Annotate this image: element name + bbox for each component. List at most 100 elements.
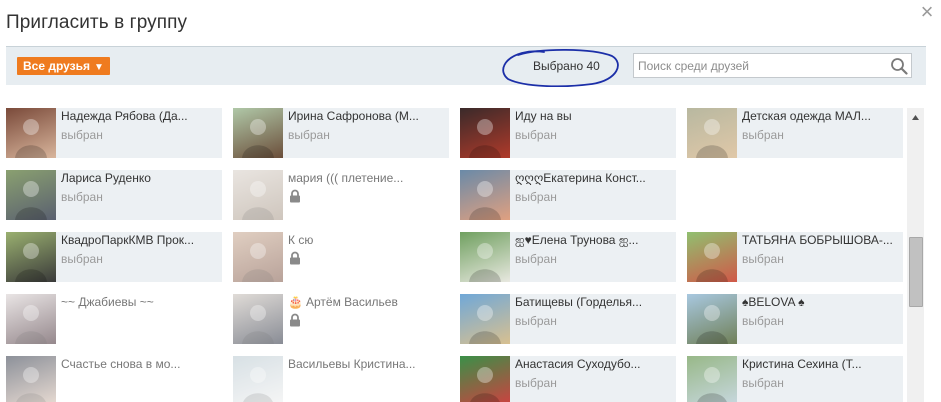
- friend-name: ஐ♥Елена Трунова ஐ...: [515, 233, 639, 247]
- friend-avatar: [460, 108, 510, 158]
- friend-avatar: [233, 232, 283, 282]
- birthday-cake-icon: 🎂: [288, 295, 303, 309]
- person-silhouette-icon: [469, 181, 501, 220]
- friend-status: выбран: [742, 314, 784, 328]
- person-silhouette-icon: [696, 243, 728, 282]
- friend-name: Ирина Сафронова (М...: [288, 109, 419, 123]
- friend-name: Детская одежда МАЛ...: [742, 109, 871, 123]
- friend-tile[interactable]: Счастье снова в мо...: [6, 356, 222, 402]
- person-silhouette-icon: [697, 367, 727, 402]
- person-silhouette-icon: [469, 243, 501, 282]
- friend-tile[interactable]: ღღღЕкатерина Конст... выбран: [460, 170, 676, 220]
- person-silhouette-icon: [469, 305, 501, 344]
- friend-name: К сю: [288, 233, 314, 247]
- friend-avatar: [460, 170, 510, 220]
- friend-status: выбран: [515, 190, 557, 204]
- selected-count: Выбрано 40: [533, 59, 600, 73]
- person-silhouette-icon: [16, 367, 46, 402]
- friend-tile[interactable]: Надежда Рябова (Да... выбран: [6, 108, 222, 158]
- friend-avatar: [233, 108, 283, 158]
- search-icon[interactable]: [890, 57, 908, 75]
- friend-tile[interactable]: Батищевы (Горделья... выбран: [460, 294, 676, 344]
- friend-status: выбран: [742, 252, 784, 266]
- friend-name: Счастье снова в мо...: [61, 357, 181, 371]
- chevron-down-icon: ▼: [94, 62, 104, 73]
- friend-avatar: [460, 356, 510, 402]
- friend-avatar: [233, 356, 283, 402]
- person-silhouette-icon: [242, 181, 274, 220]
- friend-avatar: [687, 108, 737, 158]
- person-silhouette-icon: [242, 305, 274, 344]
- friend-tile[interactable]: мария ((( плетение...: [233, 170, 449, 220]
- scroll-up-arrow-icon[interactable]: [907, 112, 924, 122]
- friend-name: Надежда Рябова (Да...: [61, 109, 188, 123]
- friend-status: выбран: [61, 190, 103, 204]
- friend-avatar: [6, 108, 56, 158]
- dialog-title: Пригласить в группу: [6, 12, 188, 33]
- friend-tile[interactable]: Иду на вы выбран: [460, 108, 676, 158]
- friend-avatar: [687, 232, 737, 282]
- friend-status: выбран: [742, 376, 784, 390]
- search-input[interactable]: [634, 54, 888, 77]
- scrollbar[interactable]: [907, 108, 924, 402]
- friend-name: Батищевы (Горделья...: [515, 295, 643, 309]
- friend-name: ღღღЕкатерина Конст...: [515, 171, 646, 185]
- lock-icon: [290, 313, 300, 327]
- friend-avatar: [6, 232, 56, 282]
- friend-status: выбран: [515, 314, 557, 328]
- friend-name: Анастасия Суходубо...: [515, 357, 641, 371]
- person-silhouette-icon: [15, 243, 47, 282]
- friend-status: выбран: [742, 128, 784, 142]
- friend-status: выбран: [61, 252, 103, 266]
- lock-icon: [290, 251, 300, 265]
- friend-tile[interactable]: Анастасия Суходубо... выбран: [460, 356, 676, 402]
- friend-tile[interactable]: Кристина Сехина (Т... выбран: [687, 356, 903, 402]
- filter-label: Все друзья: [23, 59, 90, 73]
- friend-avatar: [687, 294, 737, 344]
- friend-avatar: [460, 232, 510, 282]
- lock-icon: [290, 189, 300, 203]
- friend-avatar: [233, 294, 283, 344]
- friend-status: выбран: [288, 128, 330, 142]
- friend-name: ~~ Джабиевы ~~: [61, 295, 154, 309]
- person-silhouette-icon: [470, 367, 500, 402]
- person-silhouette-icon: [15, 305, 47, 344]
- person-silhouette-icon: [469, 119, 501, 158]
- person-silhouette-icon: [243, 367, 273, 402]
- friend-avatar: [687, 356, 737, 402]
- friend-name: Васильевы Кристина...: [288, 357, 416, 371]
- friend-name: Артём Васильев: [306, 295, 398, 309]
- friend-tile[interactable]: Детская одежда МАЛ... выбран: [687, 108, 903, 158]
- friend-name: ♠BELOVA ♠: [742, 295, 805, 309]
- friend-tile[interactable]: ஐ♥Елена Трунова ஐ... выбран: [460, 232, 676, 282]
- person-silhouette-icon: [15, 181, 47, 220]
- friend-avatar: [460, 294, 510, 344]
- friend-name: Лариса Руденко: [61, 171, 151, 185]
- friend-tile[interactable]: ~~ Джабиевы ~~: [6, 294, 222, 344]
- friend-tile[interactable]: Ирина Сафронова (М... выбран: [233, 108, 449, 158]
- friend-tile[interactable]: ТАТЬЯНА БОБРЫШОВА-... выбран: [687, 232, 903, 282]
- person-silhouette-icon: [696, 305, 728, 344]
- friend-tile[interactable]: 🎂 Артём Васильев: [233, 294, 449, 344]
- person-silhouette-icon: [15, 119, 47, 158]
- person-silhouette-icon: [696, 119, 728, 158]
- friend-name: Иду на вы: [515, 109, 572, 123]
- friend-tile[interactable]: ♠BELOVA ♠ выбран: [687, 294, 903, 344]
- friend-avatar: [233, 170, 283, 220]
- friend-tile[interactable]: Лариса Руденко выбран: [6, 170, 222, 220]
- friend-name: мария ((( плетение...: [288, 171, 404, 185]
- friend-status: выбран: [515, 128, 557, 142]
- friend-tile[interactable]: КвадроПаркКМВ Прок... выбран: [6, 232, 222, 282]
- person-silhouette-icon: [242, 243, 274, 282]
- friend-search-box[interactable]: [633, 53, 912, 78]
- friend-name: КвадроПаркКМВ Прок...: [61, 233, 195, 247]
- close-icon[interactable]: ×: [918, 1, 936, 23]
- scroll-thumb[interactable]: [909, 237, 923, 307]
- person-silhouette-icon: [242, 119, 274, 158]
- friends-grid: Надежда Рябова (Да... выбран Ирина Сафроно…: [0, 108, 905, 402]
- friend-avatar: [6, 170, 56, 220]
- friend-tile[interactable]: Васильевы Кристина...: [233, 356, 449, 402]
- friend-tile[interactable]: К сю: [233, 232, 449, 282]
- friend-avatar: [6, 294, 56, 344]
- friends-filter-dropdown[interactable]: Все друзья ▼: [17, 57, 110, 75]
